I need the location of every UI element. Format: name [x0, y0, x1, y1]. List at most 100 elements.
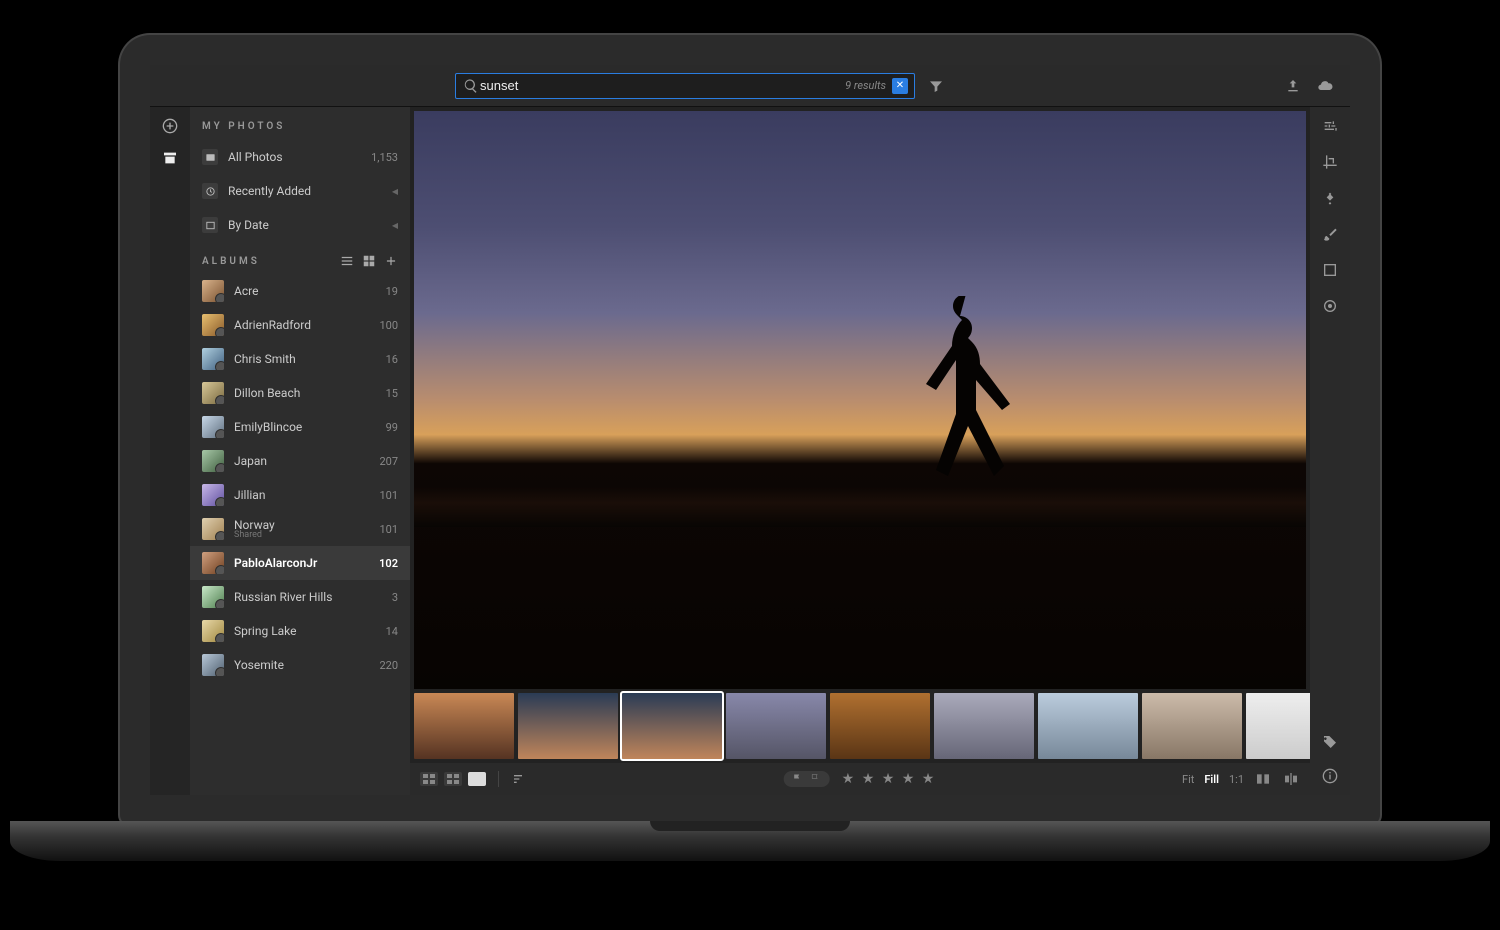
compare-icon[interactable] — [1254, 770, 1272, 788]
album-count: 19 — [386, 285, 398, 298]
album-name: Chris Smith — [234, 352, 296, 366]
nav-count: 1,153 — [371, 151, 398, 164]
filmstrip-thumb[interactable] — [1142, 693, 1242, 759]
album-item[interactable]: Chris Smith 16 — [190, 342, 410, 376]
album-count: 16 — [386, 353, 398, 366]
filmstrip-thumb[interactable] — [1246, 693, 1310, 759]
album-thumb — [202, 280, 224, 302]
main-view: ★ ★ ★ ★ ★ Fit Fill 1:1 — [410, 107, 1310, 795]
view-single-icon[interactable] — [468, 772, 486, 786]
album-count: 3 — [392, 591, 398, 604]
chevron-left-icon: ◀ — [392, 187, 398, 196]
photo-silhouette — [905, 296, 1025, 496]
tag-icon[interactable] — [1321, 733, 1339, 751]
album-thumb — [202, 586, 224, 608]
filmstrip-thumb[interactable] — [414, 693, 514, 759]
zoom-11[interactable]: 1:1 — [1229, 773, 1244, 786]
album-thumb — [202, 620, 224, 642]
nav-label: By Date — [228, 218, 269, 232]
zoom-fit[interactable]: Fit — [1182, 773, 1194, 786]
album-thumb — [202, 416, 224, 438]
album-name: Yosemite — [234, 658, 284, 672]
flag-toggle[interactable] — [784, 771, 830, 787]
photo-viewer[interactable] — [414, 111, 1306, 689]
my-photos-section-title: MY PHOTOS — [190, 107, 410, 140]
album-item[interactable]: AdrienRadford 100 — [190, 308, 410, 342]
filter-icon[interactable] — [927, 77, 945, 95]
album-name: Japan — [234, 454, 267, 468]
search-box[interactable]: 9 results ✕ — [455, 73, 915, 99]
album-item[interactable]: Japan 207 — [190, 444, 410, 478]
cloud-icon[interactable] — [1316, 77, 1334, 95]
grid-view-icon[interactable] — [362, 254, 376, 268]
crop-icon[interactable] — [1321, 153, 1339, 171]
album-count: 101 — [379, 523, 398, 536]
search-input[interactable] — [480, 78, 845, 93]
add-album-icon[interactable] — [384, 254, 398, 268]
share-icon[interactable] — [1284, 77, 1302, 95]
filmstrip-thumb[interactable] — [726, 693, 826, 759]
album-item[interactable]: Dillon Beach15 — [190, 376, 410, 410]
album-name: AdrienRadford — [234, 318, 311, 332]
filmstrip-thumb-selected[interactable] — [622, 693, 722, 759]
album-item[interactable]: NorwayShared101 — [190, 512, 410, 546]
album-thumb — [202, 518, 224, 540]
info-icon[interactable] — [1321, 767, 1339, 785]
album-thumb — [202, 484, 224, 506]
nav-by-date[interactable]: By Date ◀ — [190, 208, 410, 242]
sort-icon[interactable] — [511, 770, 529, 788]
album-item[interactable]: EmilyBlincoe 99 — [190, 410, 410, 444]
filmstrip-thumb[interactable] — [830, 693, 930, 759]
album-name: Dillon Beach — [234, 386, 300, 400]
album-thumb — [202, 552, 224, 574]
rating-stars[interactable]: ★ ★ ★ ★ ★ — [842, 771, 937, 787]
add-photos-icon[interactable] — [161, 117, 179, 135]
album-item[interactable]: Jillian 101 — [190, 478, 410, 512]
left-rail — [150, 107, 190, 795]
search-clear-button[interactable]: ✕ — [892, 78, 908, 94]
filmstrip-thumb[interactable] — [1038, 693, 1138, 759]
album-name: Russian River Hills — [234, 590, 332, 604]
nav-recently-added[interactable]: Recently Added ◀ — [190, 174, 410, 208]
before-after-icon[interactable] — [1282, 770, 1300, 788]
archive-icon[interactable] — [161, 149, 179, 167]
search-icon — [462, 77, 480, 95]
album-thumb — [202, 382, 224, 404]
album-count: 220 — [379, 659, 398, 672]
bottom-bar: ★ ★ ★ ★ ★ Fit Fill 1:1 — [410, 763, 1310, 795]
linear-gradient-icon[interactable] — [1321, 261, 1339, 279]
nav-label: All Photos — [228, 150, 283, 164]
view-grid-large-icon[interactable] — [444, 772, 462, 786]
album-item[interactable]: Russian River Hills 3 — [190, 580, 410, 614]
album-count: 102 — [379, 557, 398, 570]
album-count: 101 — [379, 489, 398, 502]
album-item[interactable]: Yosemite 220 — [190, 648, 410, 682]
album-count: 100 — [379, 319, 398, 332]
radial-gradient-icon[interactable] — [1321, 297, 1339, 315]
filmstrip-thumb[interactable] — [934, 693, 1034, 759]
album-name: Jillian — [234, 488, 265, 502]
album-item[interactable]: Acre19 — [190, 274, 410, 308]
album-thumb — [202, 450, 224, 472]
calendar-icon — [202, 217, 218, 233]
heal-icon[interactable] — [1321, 189, 1339, 207]
brush-icon[interactable] — [1321, 225, 1339, 243]
album-item[interactable]: PabloAlarconJr102 — [190, 546, 410, 580]
chevron-left-icon: ◀ — [392, 221, 398, 230]
filmstrip-thumb[interactable] — [518, 693, 618, 759]
zoom-fill[interactable]: Fill — [1204, 773, 1219, 786]
search-results-count: 9 results — [845, 79, 886, 92]
album-name: EmilyBlincoe — [234, 420, 302, 434]
album-thumb — [202, 314, 224, 336]
album-count: 207 — [379, 455, 398, 468]
album-count: 99 — [386, 421, 398, 434]
adjust-icon[interactable] — [1321, 117, 1339, 135]
album-name: Spring Lake — [234, 624, 297, 638]
album-item[interactable]: Spring Lake14 — [190, 614, 410, 648]
albums-section-title: ALBUMS — [202, 256, 260, 267]
list-view-icon[interactable] — [340, 254, 354, 268]
view-grid-small-icon[interactable] — [420, 772, 438, 786]
nav-all-photos[interactable]: All Photos 1,153 — [190, 140, 410, 174]
top-bar: 9 results ✕ — [150, 65, 1350, 107]
nav-label: Recently Added — [228, 184, 311, 198]
